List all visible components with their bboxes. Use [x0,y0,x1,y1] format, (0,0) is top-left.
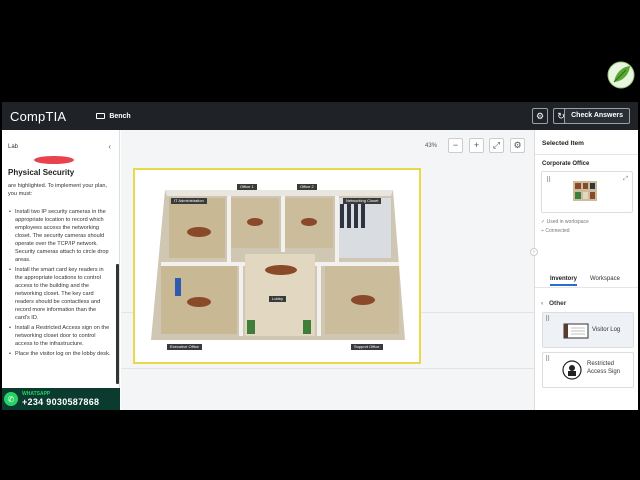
instruction-item: Place the visitor log on the lobby desk. [8,350,112,358]
inventory-item-restricted-access-sign[interactable]: ⠿ Restricted Access Sign [542,352,634,388]
room-label-it-admin: IT Administration [171,198,207,204]
drag-handle-icon[interactable]: ⠿ [546,176,551,184]
zoom-in-button[interactable]: + [469,138,484,153]
gear-icon: ⚙ [535,111,545,121]
instructions-panel: Lab ‹ Physical Security are highlighted.… [2,130,120,410]
instruction-item: Install two IP security cameras in the a… [8,208,112,264]
instructions-intro: are highlighted. To implement your plan,… [8,183,108,197]
room-label-networking-closet: Networking Closet [343,198,382,204]
expand-chevron-icon[interactable]: › [530,248,538,256]
instruction-item: Install the smart card key readers in th… [8,266,112,322]
settings-button[interactable]: ⚙ [532,108,548,124]
restricted-sign-icon [562,360,582,380]
instruction-item: Install a Restricted Access sign on the … [8,324,112,348]
connected-status: ⌁ Connected [541,228,570,234]
drag-handle-icon[interactable]: ⠿ [545,315,550,323]
inventory-item-visitor-log[interactable]: ⠿ Visitor Log [542,312,634,348]
group-label: Other [548,300,567,307]
room-label-support-office: Support Office [351,344,383,350]
inventory-tabs: Inventory Workspace [535,274,638,288]
lab-label: Lab [8,143,19,150]
top-bar: CompTIA Bench ⚙ ↻ Check Answers [2,102,638,130]
tab-workspace[interactable]: Workspace [590,276,620,282]
inventory-group-other[interactable]: ‹ Other [541,300,566,307]
zoom-level: 43% [425,143,438,149]
collapse-chevron-icon[interactable]: ‹ [108,142,111,151]
selection-panel: › Selected Item Corporate Office ⠿ ⤢ ✓ U… [530,130,638,410]
lab-app: CompTIA Bench ⚙ ↻ Check Answers Lab ‹ Ph… [2,102,638,410]
room-label-office1: Office 1 [237,184,257,190]
bench-label: Bench [109,112,131,120]
workspace-canvas[interactable]: 43% − + ⤢ ⚙ IT Administration Office 1 O… [121,130,534,410]
office-floor-plan[interactable]: IT Administration Office 1 Office 2 Netw… [133,168,421,364]
whatsapp-number: +234 9030587868 [22,397,100,407]
panel-divider [535,154,638,155]
chevron-left-icon: ‹ [541,300,544,307]
floor-plan-thumbnail [573,181,597,201]
room-label-office2: Office 2 [297,184,317,190]
connected-text: Connected [545,228,570,234]
instructions-scrollbar[interactable] [116,264,119,384]
room-label-lobby: Lobby [269,296,286,302]
drag-handle-icon[interactable]: ⠿ [545,355,550,363]
redaction-mark [34,156,74,164]
bench-button[interactable]: Bench [96,112,131,120]
selected-item-card[interactable]: ⠿ ⤢ [541,171,633,213]
lab-header: Lab ‹ [2,130,119,151]
tab-inventory[interactable]: Inventory [550,276,578,286]
lab-title: Physical Security [8,168,75,177]
whatsapp-banner: ✆ WHATSAPP +234 9030587868 [2,388,120,410]
selected-item-name: Corporate Office [542,161,590,167]
expand-icon[interactable]: ⤢ [623,176,628,183]
check-answers-button[interactable]: Check Answers [564,108,630,124]
screen-frame: CompTIA Bench ⚙ ↻ Check Answers Lab ‹ Ph… [0,0,640,480]
monitor-icon [96,113,106,119]
canvas-settings-button[interactable]: ⚙ [510,138,525,153]
used-in-workspace-text: Used in workspace [546,219,589,225]
instructions-list: Install two IP security cameras in the a… [8,208,112,358]
zoom-out-button[interactable]: − [448,138,463,153]
brand-logo: CompTIA [10,108,67,124]
canvas-divider [121,368,534,369]
whatsapp-icon: ✆ [4,392,18,406]
fit-screen-button[interactable]: ⤢ [489,138,504,153]
item-label: Visitor Log [592,327,621,333]
visitor-log-book-icon [563,323,589,339]
room-label-executive-office: Executive Office [167,344,202,350]
leaf-logo-icon [607,61,635,89]
item-label: Restricted Access Sign [587,361,621,375]
selected-item-heading: Selected Item [542,140,584,147]
used-in-workspace-status: ✓ Used in workspace [541,219,589,225]
instructions-text: are highlighted. To implement your plan,… [8,182,112,360]
